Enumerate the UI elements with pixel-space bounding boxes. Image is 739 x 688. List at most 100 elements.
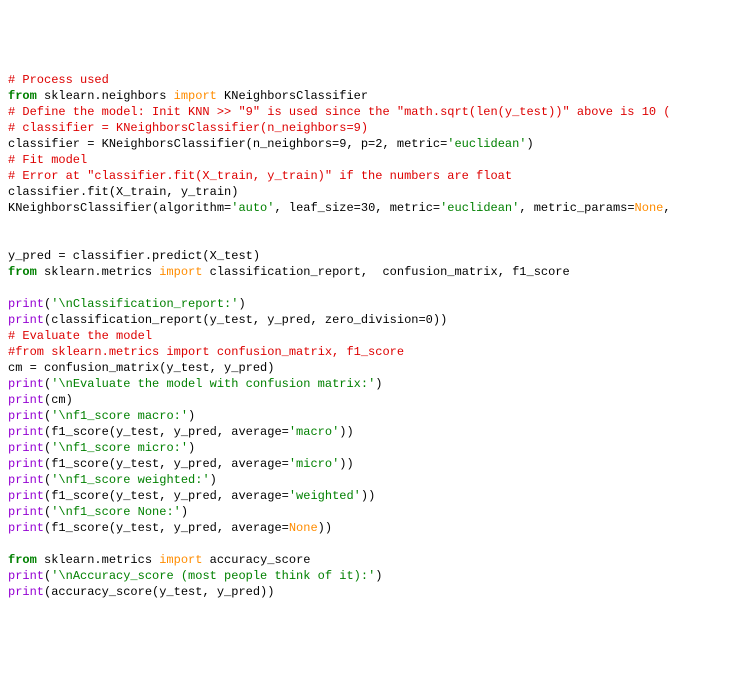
code-line: print('\nf1_score None:') — [8, 504, 731, 520]
code-token: (classification_report(y_test, y_pred, z… — [44, 313, 447, 327]
code-token: print — [8, 505, 44, 519]
code-line: classifier.fit(X_train, y_train) — [8, 184, 731, 200]
code-token: print — [8, 521, 44, 535]
code-token: print — [8, 377, 44, 391]
code-line: print(cm) — [8, 392, 731, 408]
code-token: print — [8, 297, 44, 311]
code-token: sklearn.metrics — [37, 265, 159, 279]
code-token: ) — [188, 441, 195, 455]
code-token: (f1_score(y_test, y_pred, average= — [44, 457, 289, 471]
code-token: 'euclidean' — [440, 201, 519, 215]
code-token: '\nf1_score None:' — [51, 505, 181, 519]
code-line: classifier = KNeighborsClassifier(n_neig… — [8, 136, 731, 152]
code-line: # Evaluate the model — [8, 328, 731, 344]
code-token: classifier = KNeighborsClassifier(n_neig… — [8, 137, 447, 151]
code-line: KNeighborsClassifier(algorithm='auto', l… — [8, 200, 731, 216]
code-line: print('\nf1_score weighted:') — [8, 472, 731, 488]
code-token: # Error at "classifier.fit(X_train, y_tr… — [8, 169, 512, 183]
code-line: # Error at "classifier.fit(X_train, y_tr… — [8, 168, 731, 184]
code-token: , leaf_size=30, metric= — [274, 201, 440, 215]
code-token: # Process used — [8, 73, 109, 87]
code-line: from sklearn.metrics import accuracy_sco… — [8, 552, 731, 568]
code-token: '\nf1_score macro:' — [51, 409, 188, 423]
code-line: print(f1_score(y_test, y_pred, average='… — [8, 424, 731, 440]
code-token: ) — [527, 137, 534, 151]
code-token: print — [8, 393, 44, 407]
code-token: print — [8, 489, 44, 503]
code-token: # Evaluate the model — [8, 329, 152, 343]
code-line: cm = confusion_matrix(y_test, y_pred) — [8, 360, 731, 376]
code-line: print('\nAccuracy_score (most people thi… — [8, 568, 731, 584]
code-token: ) — [188, 409, 195, 423]
code-token: )) — [339, 457, 353, 471]
code-token: KNeighborsClassifier(algorithm= — [8, 201, 231, 215]
code-line: # Process used — [8, 72, 731, 88]
code-token: 'micro' — [289, 457, 339, 471]
code-token: print — [8, 457, 44, 471]
code-token: '\nAccuracy_score (most people think of … — [51, 569, 375, 583]
code-token: , metric_params= — [519, 201, 634, 215]
code-line: # Define the model: Init KNN >> "9" is u… — [8, 104, 731, 120]
code-token: classifier.fit(X_train, y_train) — [8, 185, 238, 199]
code-line: print(f1_score(y_test, y_pred, average='… — [8, 456, 731, 472]
code-token: # Fit model — [8, 153, 87, 167]
code-token: print — [8, 425, 44, 439]
code-token: 'euclidean' — [447, 137, 526, 151]
code-token: )) — [361, 489, 375, 503]
code-token: from — [8, 265, 37, 279]
code-line: # Fit model — [8, 152, 731, 168]
code-token: (f1_score(y_test, y_pred, average= — [44, 425, 289, 439]
code-line: print('\nEvaluate the model with confusi… — [8, 376, 731, 392]
code-token: # classifier = KNeighborsClassifier(n_ne… — [8, 121, 368, 135]
code-token: ) — [238, 297, 245, 311]
code-line — [8, 216, 731, 232]
code-token: print — [8, 473, 44, 487]
code-line — [8, 232, 731, 248]
code-line: print(f1_score(y_test, y_pred, average='… — [8, 488, 731, 504]
code-line: print('\nf1_score micro:') — [8, 440, 731, 456]
code-token: '\nf1_score weighted:' — [51, 473, 209, 487]
code-line: y_pred = classifier.predict(X_test) — [8, 248, 731, 264]
code-token: (cm) — [44, 393, 73, 407]
code-line: from sklearn.neighbors import KNeighbors… — [8, 88, 731, 104]
code-token: print — [8, 313, 44, 327]
code-line — [8, 536, 731, 552]
code-token: # Define the model: Init KNN >> "9" is u… — [8, 105, 671, 119]
code-token: accuracy_score — [202, 553, 310, 567]
code-token: print — [8, 441, 44, 455]
code-token: 'auto' — [231, 201, 274, 215]
code-block: # Process usedfrom sklearn.neighbors imp… — [8, 72, 731, 600]
code-token: (f1_score(y_test, y_pred, average= — [44, 521, 289, 535]
code-token: )) — [318, 521, 332, 535]
code-token: #from sklearn.metrics import confusion_m… — [8, 345, 404, 359]
code-line: from sklearn.metrics import classificati… — [8, 264, 731, 280]
code-token: KNeighborsClassifier — [217, 89, 368, 103]
code-line: print('\nf1_score macro:') — [8, 408, 731, 424]
code-line: #from sklearn.metrics import confusion_m… — [8, 344, 731, 360]
code-token: sklearn.metrics — [37, 553, 159, 567]
code-token: , — [663, 201, 670, 215]
code-token: None — [289, 521, 318, 535]
code-token: ) — [375, 569, 382, 583]
code-token: y_pred = classifier.predict(X_test) — [8, 249, 260, 263]
code-token: print — [8, 585, 44, 599]
code-token: ( — [44, 569, 51, 583]
code-line — [8, 280, 731, 296]
code-line: print(classification_report(y_test, y_pr… — [8, 312, 731, 328]
code-token: print — [8, 569, 44, 583]
code-token: '\nEvaluate the model with confusion mat… — [51, 377, 375, 391]
code-token: ) — [181, 505, 188, 519]
code-token: sklearn.neighbors — [37, 89, 174, 103]
code-line: # classifier = KNeighborsClassifier(n_ne… — [8, 120, 731, 136]
code-token: from — [8, 89, 37, 103]
code-token: import — [159, 265, 202, 279]
code-token: import — [174, 89, 217, 103]
code-token: 'macro' — [289, 425, 339, 439]
code-token: print — [8, 409, 44, 423]
code-line: print('\nClassification_report:') — [8, 296, 731, 312]
code-token: (accuracy_score(y_test, y_pred)) — [44, 585, 274, 599]
code-line: print(accuracy_score(y_test, y_pred)) — [8, 584, 731, 600]
code-token: None — [635, 201, 664, 215]
code-line: print(f1_score(y_test, y_pred, average=N… — [8, 520, 731, 536]
code-token: )) — [339, 425, 353, 439]
